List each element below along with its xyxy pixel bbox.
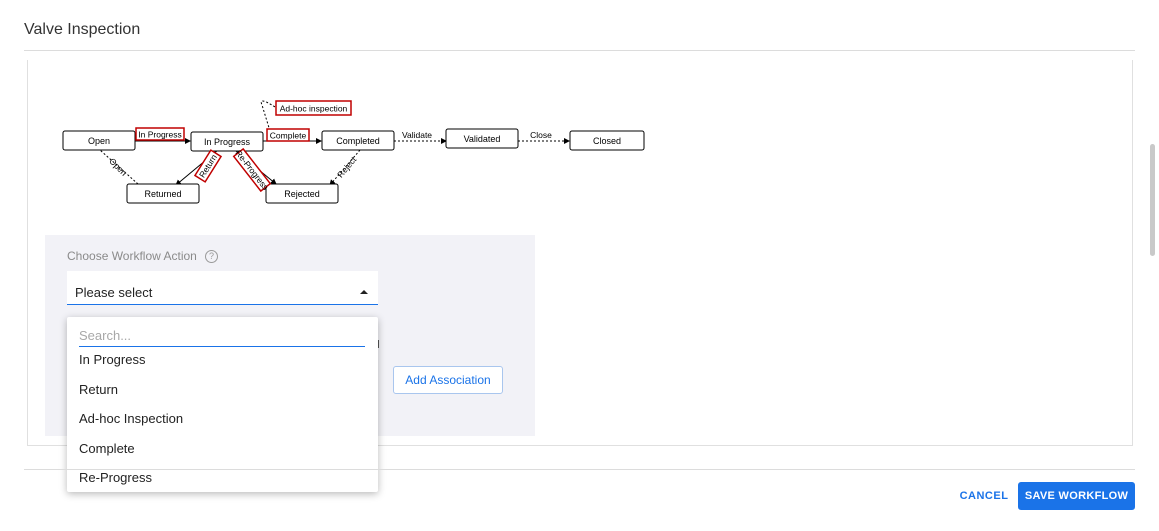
state-returned: Returned (126, 183, 200, 204)
svg-text:In Progress: In Progress (138, 130, 181, 140)
transition-label-reject: Reject (335, 154, 359, 179)
svg-text:Ad-hoc inspection: Ad-hoc inspection (280, 104, 348, 114)
workflow-action-dropdown: In Progress Return Ad-hoc Inspection Com… (67, 317, 378, 492)
state-open: Open (62, 130, 136, 151)
svg-text:Open: Open (88, 136, 110, 146)
cancel-button[interactable]: CANCEL (955, 483, 1013, 509)
svg-text:Closed: Closed (593, 136, 621, 146)
vertical-scrollbar[interactable] (1150, 144, 1155, 256)
edge-adhoc-loop (260, 100, 276, 132)
state-closed: Closed (569, 130, 645, 151)
transition-label-adhoc: Ad-hoc inspection (275, 100, 352, 116)
state-in-progress: In Progress (190, 131, 264, 152)
transition-label-open: Open (107, 156, 129, 178)
option-complete[interactable]: Complete (79, 441, 135, 456)
state-validated: Validated (445, 128, 519, 149)
svg-text:Completed: Completed (336, 136, 380, 146)
option-return[interactable]: Return (79, 382, 118, 397)
dropdown-search-input[interactable] (79, 324, 365, 347)
transition-label-re-progress: Re-Progress (232, 147, 272, 193)
transition-label-complete: Complete (266, 128, 310, 142)
svg-text:Re-Progress: Re-Progress (233, 148, 270, 192)
state-completed: Completed (321, 130, 395, 151)
transition-label-validate: Validate (402, 130, 432, 140)
svg-text:Complete: Complete (270, 131, 307, 141)
option-re-progress[interactable]: Re-Progress (79, 470, 152, 485)
svg-text:Validated: Validated (464, 134, 501, 144)
svg-text:Rejected: Rejected (284, 189, 320, 199)
select-value: Please select (75, 285, 153, 300)
svg-text:Returned: Returned (144, 189, 181, 199)
add-association-button[interactable]: Add Association (393, 366, 503, 394)
option-in-progress[interactable]: In Progress (79, 352, 145, 367)
workflow-action-label: Choose Workflow Action (67, 249, 197, 263)
state-rejected: Rejected (265, 183, 339, 204)
transition-label-in-progress: In Progress (135, 127, 185, 141)
caret-up-icon (360, 290, 368, 294)
option-adhoc-inspection[interactable]: Ad-hoc Inspection (79, 411, 183, 426)
workflow-action-select[interactable]: Please select (67, 271, 378, 305)
footer-divider (24, 469, 1135, 470)
svg-text:In Progress: In Progress (204, 137, 251, 147)
save-workflow-button[interactable]: SAVE WORKFLOW (1018, 482, 1135, 510)
workflow-diagram: Open In Progress Completed Validated Clo… (62, 100, 645, 204)
help-icon[interactable]: ? (205, 250, 218, 263)
transition-label-close: Close (530, 130, 552, 140)
